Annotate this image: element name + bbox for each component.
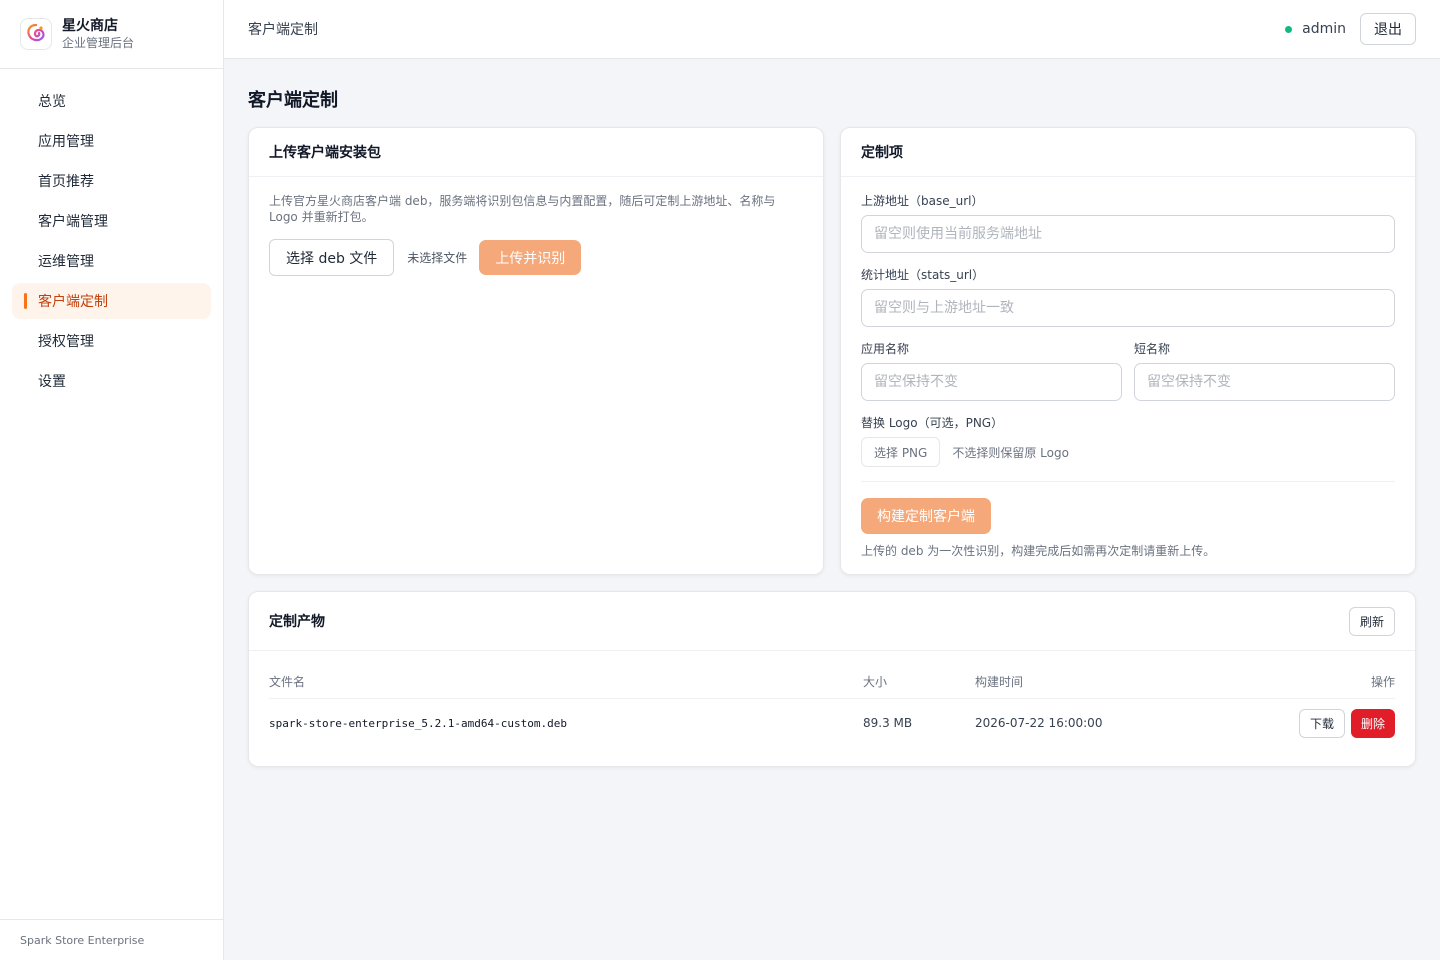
online-status-icon <box>1285 25 1293 33</box>
actions-cell: 下载 删除 <box>1215 698 1395 748</box>
artifacts-card-title: 定制产物 <box>269 614 325 630</box>
column-header-filename: 文件名 <box>269 666 863 699</box>
sidebar-nav: 总览 应用管理 首页推荐 客户端管理 运维管理 客户端定制 授权管理 设置 <box>0 69 223 399</box>
sidebar-item-overview[interactable]: 总览 <box>12 83 211 119</box>
upload-identify-button[interactable]: 上传并识别 <box>479 240 582 275</box>
upload-card-title: 上传客户端安装包 <box>269 145 381 161</box>
upload-description: 上传官方星火商店客户端 deb，服务端将识别包信息与内置配置，随后可定制上游地址… <box>269 194 776 224</box>
table-row: spark-store-enterprise_5.2.1-amd64-custo… <box>269 698 1395 748</box>
app-name-input[interactable] <box>861 363 1122 401</box>
sidebar-item-license[interactable]: 授权管理 <box>12 323 211 359</box>
stats-url-input[interactable] <box>861 289 1395 327</box>
build-client-button[interactable]: 构建定制客户端 <box>861 498 991 534</box>
logo-hint: 不选择则保留原 Logo <box>952 445 1069 460</box>
brand: 星火商店 企业管理后台 <box>0 0 223 69</box>
upload-card: 上传客户端安装包 上传官方星火商店客户端 deb，服务端将识别包信息与内置配置，… <box>248 127 824 575</box>
delete-button[interactable]: 删除 <box>1350 708 1395 738</box>
column-header-size: 大小 <box>863 666 975 699</box>
no-file-text: 未选择文件 <box>407 251 468 265</box>
sidebar-item-clients[interactable]: 客户端管理 <box>12 203 211 239</box>
brand-subtitle: 企业管理后台 <box>62 36 135 50</box>
sidebar-item-apps[interactable]: 应用管理 <box>12 123 211 159</box>
build-time-cell: 2026-07-22 16:00:00 <box>975 716 1103 731</box>
divider <box>861 481 1395 482</box>
sidebar-item-settings[interactable]: 设置 <box>12 363 211 399</box>
column-header-action: 操作 <box>1214 666 1395 699</box>
download-button[interactable]: 下载 <box>1298 708 1345 738</box>
choose-png-button[interactable]: 选择 PNG <box>861 437 941 467</box>
page-title: 客户端定制 <box>248 90 338 111</box>
logo-label: 替换 Logo（可选，PNG） <box>861 416 1004 430</box>
file-size-cell: 89.3 MB <box>863 716 913 731</box>
short-name-label: 短名称 <box>1134 342 1171 356</box>
short-name-input[interactable] <box>1134 363 1395 401</box>
spark-logo-icon <box>20 18 52 50</box>
sidebar-item-home-recommend[interactable]: 首页推荐 <box>12 163 211 199</box>
sidebar-footer: Spark Store Enterprise <box>0 919 223 960</box>
username: admin <box>1302 21 1346 37</box>
logout-button[interactable]: 退出 <box>1360 13 1416 45</box>
app-name-label: 应用名称 <box>861 342 910 356</box>
sidebar-item-ops[interactable]: 运维管理 <box>12 243 211 279</box>
artifacts-card: 定制产物 刷新 文件名 大小 构建时间 操作 spark-store-enter… <box>248 591 1416 767</box>
column-header-time: 构建时间 <box>975 666 1215 699</box>
brand-title: 星火商店 <box>62 18 118 34</box>
sidebar-item-client-custom[interactable]: 客户端定制 <box>12 283 211 319</box>
file-name-cell: spark-store-enterprise_5.2.1-amd64-custo… <box>269 716 568 730</box>
topbar: 客户端定制 admin 退出 <box>224 0 1440 59</box>
customization-card-title: 定制项 <box>861 145 903 161</box>
build-note: 上传的 deb 为一次性识别，构建完成后如需再次定制请重新上传。 <box>861 544 1216 558</box>
breadcrumb: 客户端定制 <box>248 22 318 38</box>
choose-deb-button[interactable]: 选择 deb 文件 <box>269 239 395 276</box>
refresh-button[interactable]: 刷新 <box>1348 606 1395 636</box>
customization-card: 定制项 上游地址（base_url） 统计地址（stats_url） 应用名称 … <box>840 127 1416 575</box>
sidebar: 星火商店 企业管理后台 总览 应用管理 首页推荐 客户端管理 运维管理 客户端定… <box>0 0 224 960</box>
artifacts-table: 文件名 大小 构建时间 操作 spark-store-enterprise_5.… <box>269 666 1395 748</box>
base-url-label: 上游地址（base_url） <box>861 194 984 208</box>
stats-url-label: 统计地址（stats_url） <box>861 268 985 282</box>
base-url-input[interactable] <box>861 215 1395 253</box>
